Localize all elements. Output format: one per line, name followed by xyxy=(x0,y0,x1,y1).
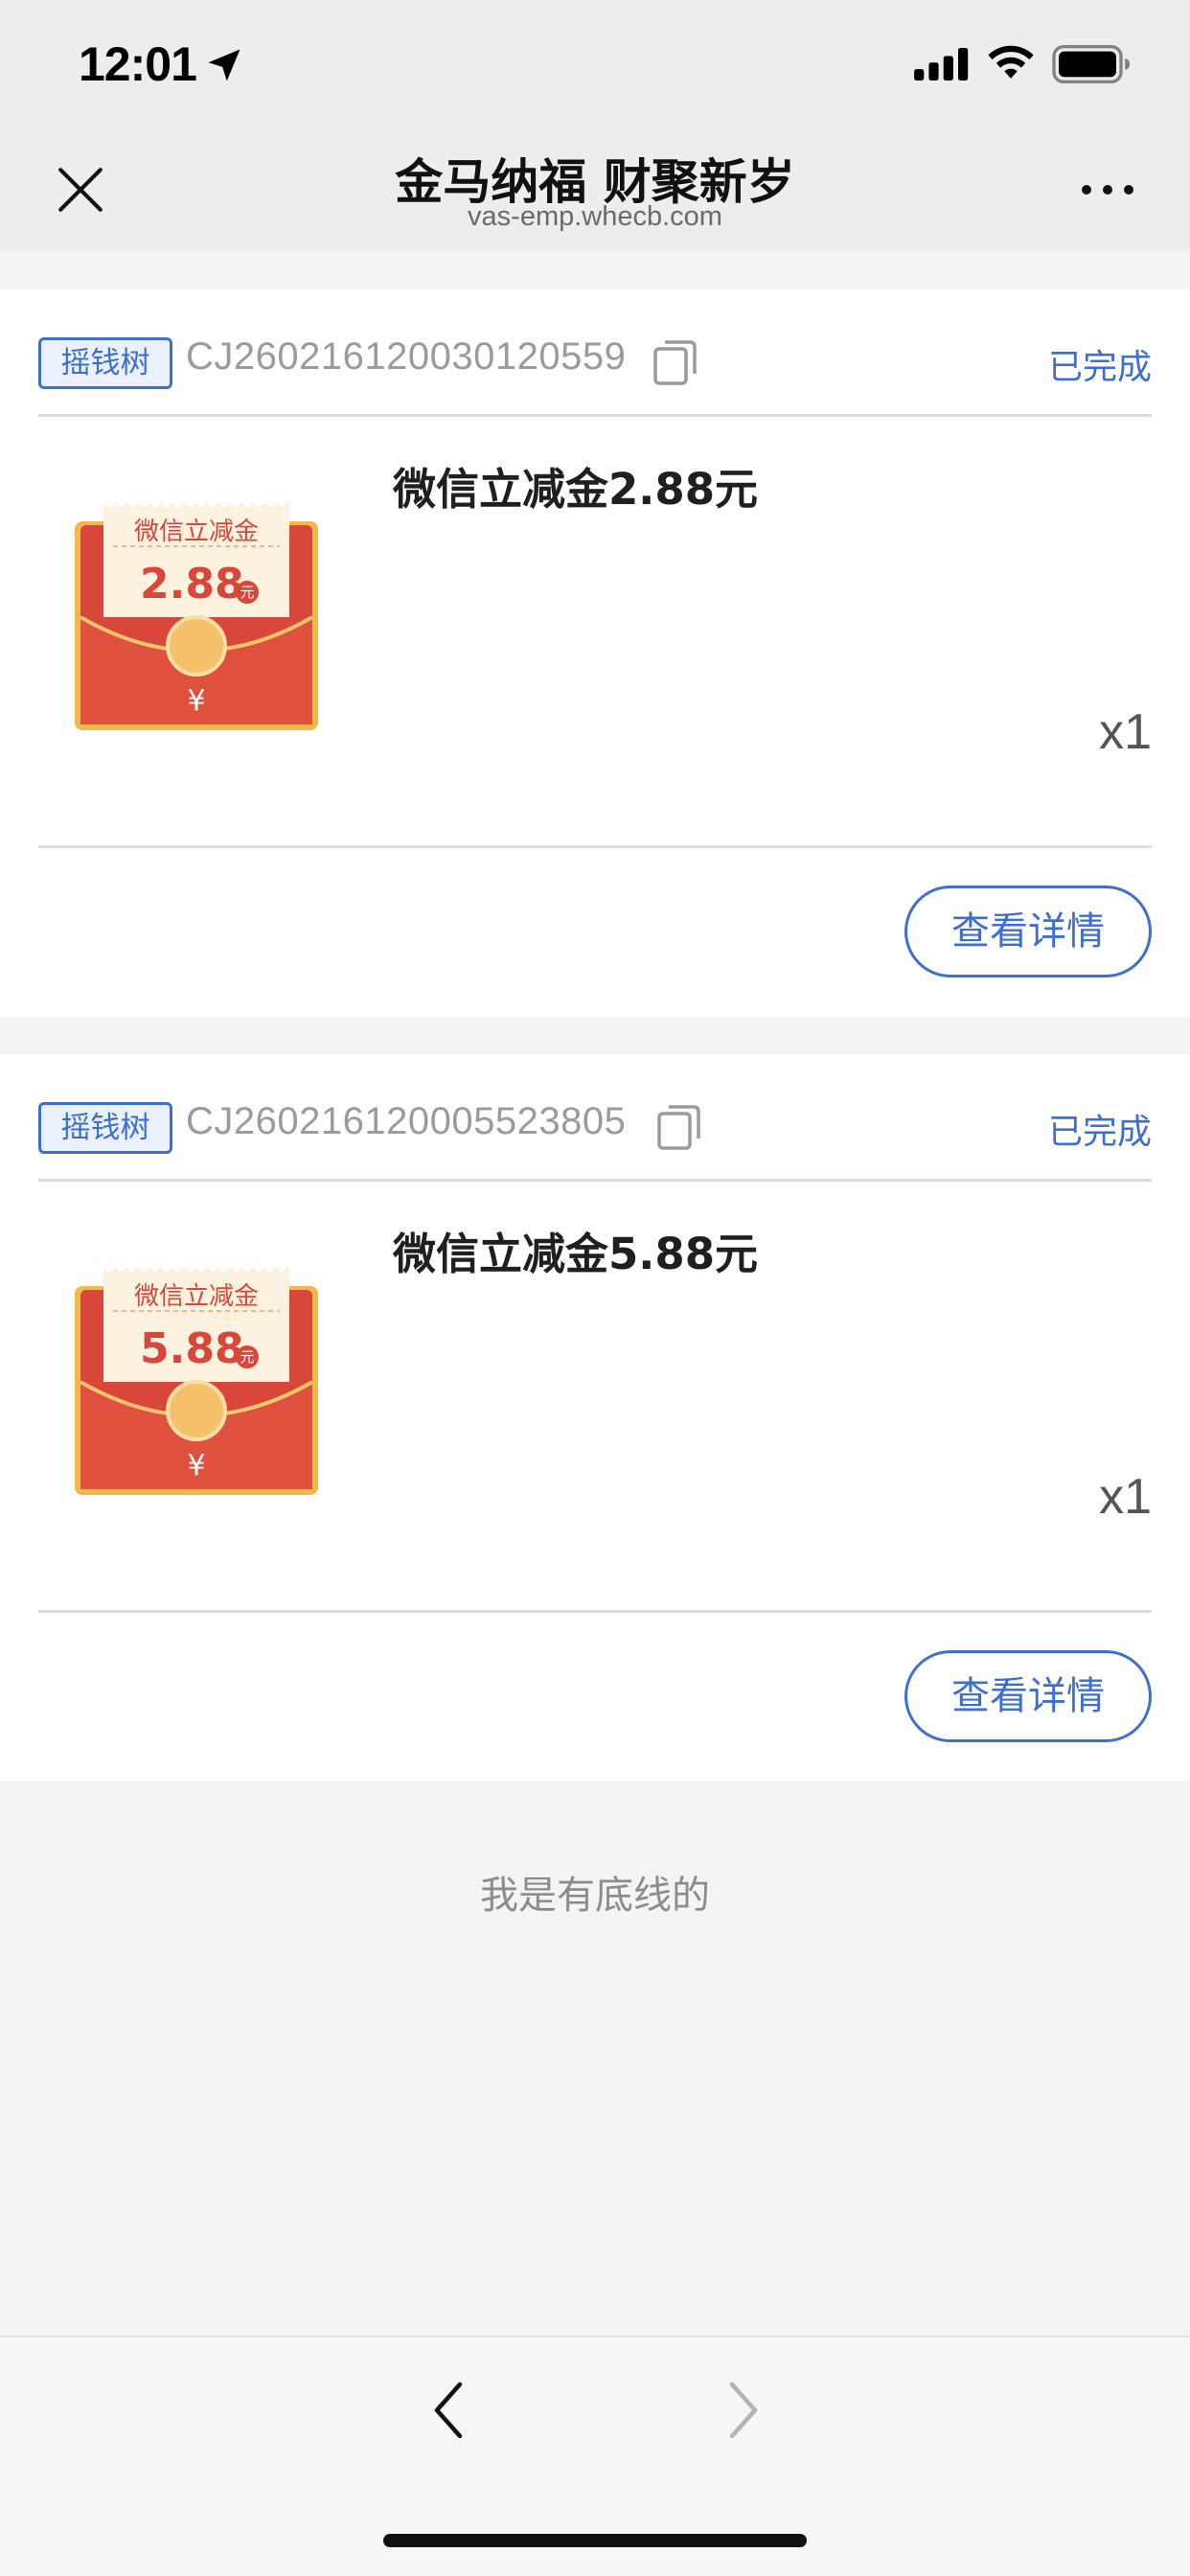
battery-icon xyxy=(1052,45,1131,83)
envelope-amount: 5.88 xyxy=(140,1324,244,1373)
divider xyxy=(38,1179,1152,1182)
forward-arrow-icon[interactable] xyxy=(721,2377,765,2444)
order-card: 摇钱树 CJ260216120030120559 已完成 微信立减金 2.88 … xyxy=(0,289,1190,1018)
home-indicator[interactable] xyxy=(383,2534,807,2547)
envelope-label: 微信立减金 xyxy=(133,518,259,546)
copy-icon[interactable] xyxy=(652,337,699,387)
order-tag: 摇钱树 xyxy=(38,337,172,389)
yuan-coin-icon: ¥ xyxy=(187,684,206,718)
envelope-amount: 2.88 xyxy=(140,560,244,609)
envelope-label: 微信立减金 xyxy=(133,1282,259,1311)
status-time: 12:01 xyxy=(79,37,197,91)
order-number: CJ260216120030120559 xyxy=(186,335,627,378)
yuan-coin-icon: ¥ xyxy=(187,1449,206,1483)
end-of-list-note: 我是有底线的 xyxy=(480,1874,710,1918)
order-card: 摇钱树 CJ260216120005523805 已完成 微信立减金 5.88 … xyxy=(0,1054,1190,1781)
view-details-button[interactable]: 查看详情 xyxy=(904,1650,1152,1742)
back-arrow-icon[interactable] xyxy=(427,2377,471,2444)
order-status: 已完成 xyxy=(1047,348,1152,387)
envelope-unit: 元 xyxy=(236,1346,259,1368)
more-icon[interactable] xyxy=(1079,180,1136,199)
divider xyxy=(38,1610,1152,1613)
view-details-button[interactable]: 查看详情 xyxy=(904,886,1152,978)
cellular-signal-icon xyxy=(914,48,969,80)
location-arrow-icon xyxy=(208,49,240,81)
envelope-unit: 元 xyxy=(236,581,259,604)
item-title: 微信立减金2.88元 xyxy=(393,464,759,515)
item-quantity: x1 xyxy=(1099,704,1152,760)
item-title: 微信立减金5.88元 xyxy=(393,1229,759,1279)
divider xyxy=(38,414,1152,417)
copy-icon[interactable] xyxy=(655,1102,703,1152)
order-tag: 摇钱树 xyxy=(38,1102,172,1154)
order-number: CJ260216120005523805 xyxy=(186,1100,627,1142)
item-quantity: x1 xyxy=(1099,1469,1152,1525)
divider xyxy=(38,845,1152,848)
order-status: 已完成 xyxy=(1047,1113,1152,1152)
wifi-icon xyxy=(988,45,1034,79)
page-domain: vas-emp.whecb.com xyxy=(468,201,722,232)
